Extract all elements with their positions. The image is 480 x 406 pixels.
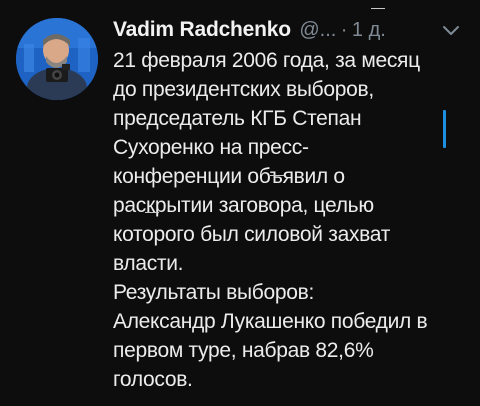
tweet-text: 21 февраля 2006 года, за месяц до презид… xyxy=(113,46,463,394)
tweet-text-line: голосов. xyxy=(113,368,193,391)
tweet-time[interactable]: 1 д. xyxy=(352,19,386,41)
scroll-indicator[interactable] xyxy=(443,110,446,148)
tweet-card[interactable]: Vadim Radchenko @... · 1 д. 21 февраля 2… xyxy=(0,0,480,406)
tweet-text-line: 21 февраля 2006 года, за месяц xyxy=(113,49,420,72)
tweet-text-line: Результаты выборов: xyxy=(113,281,315,304)
author-name[interactable]: Vadim Radchenko xyxy=(113,18,291,41)
tweet-text-line: которого был силовой захват xyxy=(113,223,391,246)
overlay-mark xyxy=(371,8,385,9)
time-separator: · xyxy=(340,19,348,41)
tweet-text-line: Александр Лукашенко победил в xyxy=(113,310,428,333)
tweet-text-line: Сухоренко на пресс- xyxy=(113,136,309,159)
chevron-down-icon[interactable] xyxy=(441,22,461,40)
tweet-text-line: конференции объявил о xyxy=(113,165,345,188)
tweet-header: Vadim Radchenko @... · 1 д. xyxy=(113,14,463,46)
tweet-text-line: председатель КГБ Степан xyxy=(113,107,362,130)
avatar[interactable] xyxy=(16,18,98,100)
tweet-text-line: до президентских выборов, xyxy=(113,78,374,101)
author-handle[interactable]: @... xyxy=(299,19,336,41)
tweet-text-line: власти. xyxy=(113,252,184,275)
overlay-mark xyxy=(270,175,284,176)
tweet-text-line: раскрытии заговора, целью xyxy=(113,194,374,217)
overlay-mark xyxy=(145,212,159,213)
tweet-text-line: первом туре, набрав 82,6% xyxy=(113,339,374,362)
avatar-photo-icon xyxy=(16,18,98,100)
